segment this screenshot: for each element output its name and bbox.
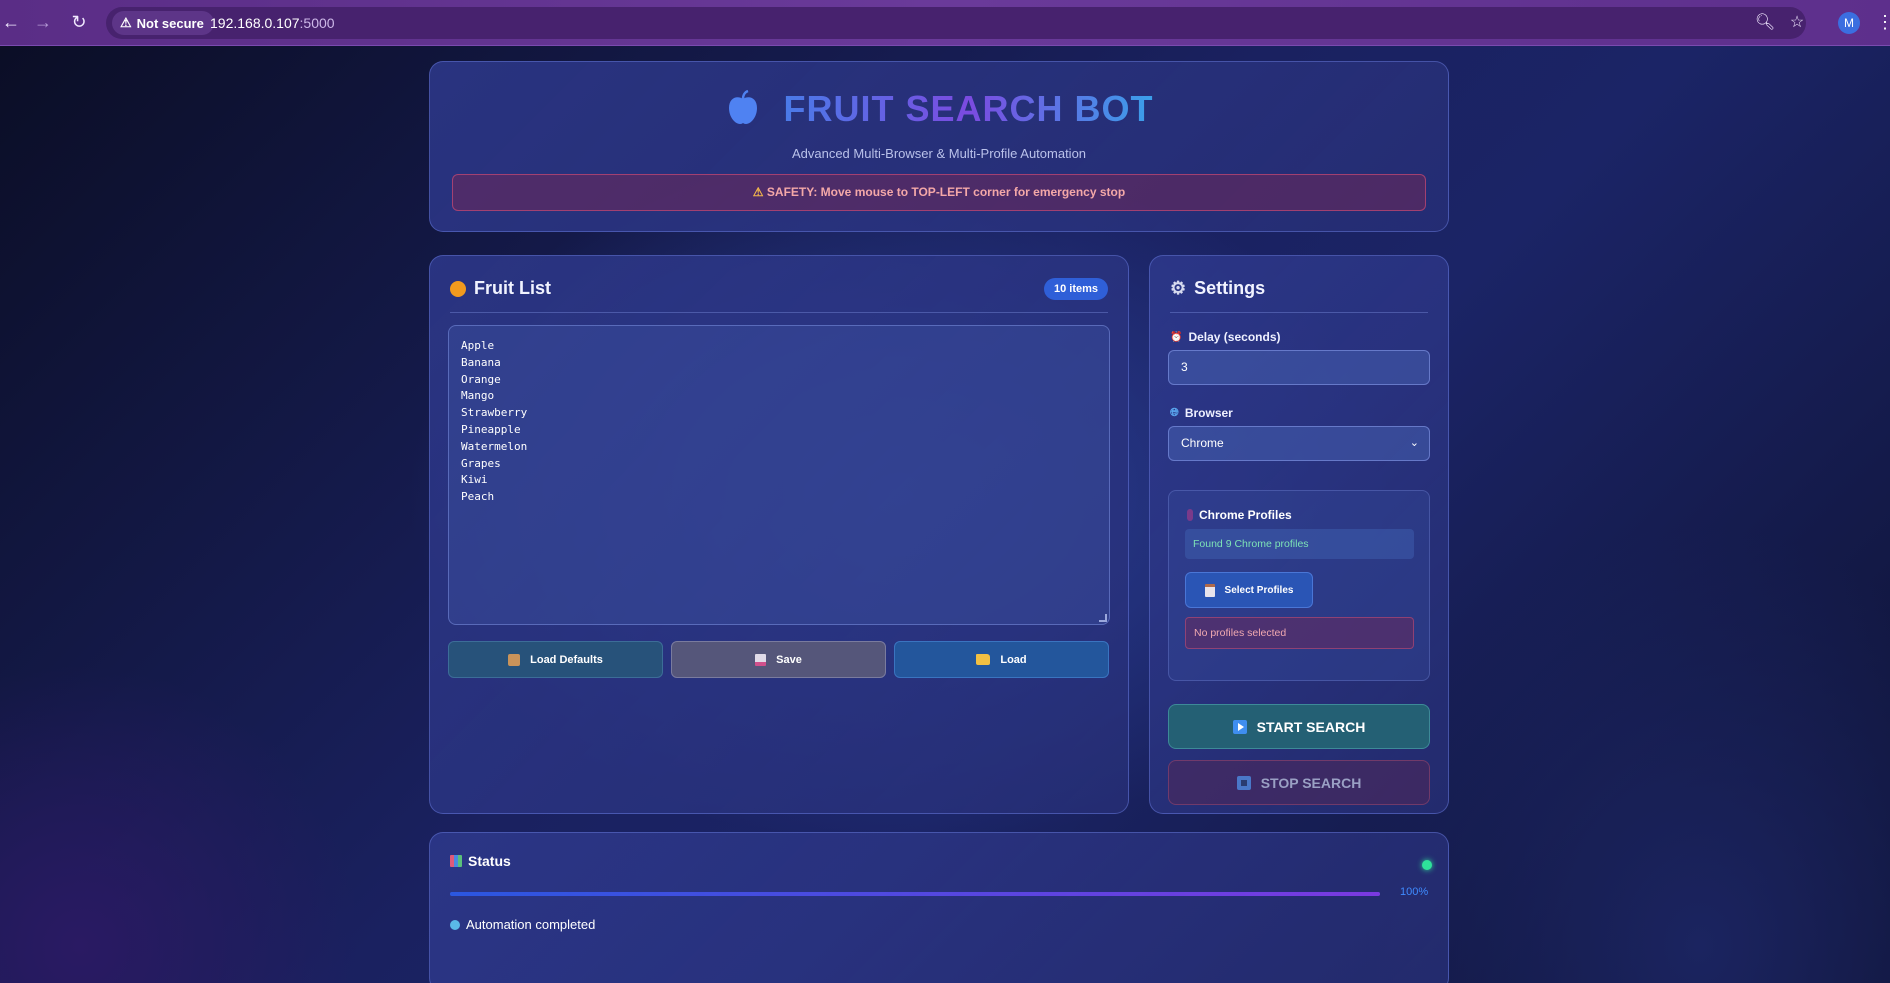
zoom-icon[interactable]: 🔍︎ bbox=[1754, 12, 1776, 34]
fruit-list-card: Fruit List 10 items Apple Banana Orange … bbox=[429, 255, 1129, 814]
chrome-profiles-title: Chrome Profiles bbox=[1199, 508, 1292, 522]
fruit-list-textarea[interactable]: Apple Banana Orange Mango Strawberry Pin… bbox=[448, 325, 1110, 625]
app-title-text: FRUIT SEARCH BOT bbox=[783, 88, 1154, 129]
browser-toolbar: ← → ↻ ⚠ Not secure 192.168.0.107:5000 🔍︎… bbox=[0, 0, 1890, 46]
url-host: 192.168.0.107 bbox=[210, 15, 300, 31]
list-item: Grapes bbox=[461, 456, 501, 470]
forward-arrow-icon[interactable]: → bbox=[32, 11, 54, 33]
delay-label-text: Delay (seconds) bbox=[1188, 330, 1281, 344]
browser-select-value: Chrome bbox=[1181, 436, 1224, 450]
divider bbox=[1170, 312, 1428, 313]
status-indicator-dot bbox=[1422, 860, 1432, 870]
delay-input[interactable]: 3 bbox=[1168, 350, 1430, 385]
save-button[interactable]: Save bbox=[671, 641, 886, 678]
settings-heading: ⚙ Settings bbox=[1170, 278, 1265, 299]
list-item: Mango bbox=[461, 389, 495, 403]
profiles-selection-status: No profiles selected bbox=[1185, 617, 1414, 649]
profile-avatar[interactable]: M bbox=[1838, 12, 1860, 34]
status-card: Status 100% Automation completed bbox=[429, 832, 1449, 983]
list-item: Strawberry bbox=[461, 406, 528, 420]
list-item: Banana bbox=[461, 355, 501, 369]
item-count-badge: 10 items bbox=[1043, 278, 1108, 300]
select-profiles-label: Select Profiles bbox=[1224, 584, 1294, 596]
status-message: Automation completed bbox=[450, 917, 595, 932]
security-chip[interactable]: ⚠ Not secure bbox=[112, 11, 214, 35]
bar-chart-icon bbox=[450, 855, 462, 867]
chevron-down-icon: ⌄ bbox=[1409, 437, 1419, 449]
divider bbox=[450, 312, 1108, 313]
progress-bar-fill bbox=[450, 892, 1380, 896]
stop-search-button[interactable]: STOP SEARCH bbox=[1168, 760, 1430, 805]
load-button[interactable]: Load bbox=[894, 641, 1109, 678]
apple-icon bbox=[724, 88, 773, 129]
safety-banner: ⚠ SAFETY: Move mouse to TOP-LEFT corner … bbox=[452, 174, 1426, 211]
gear-icon: ⚙ bbox=[1170, 278, 1187, 298]
orange-icon bbox=[450, 280, 466, 297]
progress-bar bbox=[450, 892, 1380, 896]
back-arrow-icon[interactable]: ← bbox=[0, 11, 22, 33]
list-item: Peach bbox=[461, 490, 495, 504]
start-search-label: START SEARCH bbox=[1256, 718, 1366, 735]
url-port: :5000 bbox=[299, 15, 335, 31]
load-label: Load bbox=[1000, 653, 1027, 666]
stop-search-label: STOP SEARCH bbox=[1260, 774, 1362, 791]
list-item: Kiwi bbox=[461, 473, 488, 487]
list-item: Orange bbox=[461, 372, 501, 386]
fruit-list-title: Fruit List bbox=[474, 278, 551, 298]
app-subtitle: Advanced Multi-Browser & Multi-Profile A… bbox=[791, 146, 1087, 161]
list-item: Watermelon bbox=[461, 439, 528, 453]
list-item: Pineapple bbox=[461, 422, 521, 436]
search-icon bbox=[450, 919, 460, 930]
profiles-found-status: Found 9 Chrome profiles bbox=[1185, 529, 1414, 559]
select-profiles-button[interactable]: Select Profiles bbox=[1185, 572, 1313, 608]
settings-card: ⚙ Settings ⏰ Delay (seconds) 3 🌐︎ Browse… bbox=[1149, 255, 1449, 814]
app-title: FRUIT SEARCH BOT bbox=[430, 88, 1448, 130]
load-defaults-button[interactable]: Load Defaults bbox=[448, 641, 663, 678]
security-label: Not secure bbox=[136, 15, 204, 31]
save-label: Save bbox=[776, 653, 802, 666]
browser-select[interactable]: Chrome ⌄ bbox=[1168, 426, 1430, 461]
status-title: Status bbox=[468, 853, 511, 869]
package-icon bbox=[508, 653, 521, 666]
menu-kebab-icon[interactable]: ⋮ bbox=[1876, 11, 1890, 33]
globe-icon: 🌐︎ bbox=[1170, 406, 1179, 419]
floppy-disk-icon bbox=[755, 653, 767, 666]
clipboard-icon bbox=[1204, 583, 1215, 597]
browser-label-text: Browser bbox=[1184, 406, 1233, 420]
fruit-list-actions: Load Defaults Save Load bbox=[448, 641, 1110, 678]
fruit-list-heading: Fruit List bbox=[450, 278, 551, 299]
load-defaults-label: Load Defaults bbox=[530, 653, 603, 666]
chrome-profiles-panel: Chrome Profiles Found 9 Chrome profiles … bbox=[1168, 490, 1430, 681]
safety-text: SAFETY: Move mouse to TOP-LEFT corner fo… bbox=[766, 185, 1126, 199]
warning-icon: ⚠ bbox=[752, 185, 764, 199]
url-text[interactable]: 192.168.0.107:5000 bbox=[210, 7, 335, 39]
start-search-button[interactable]: START SEARCH bbox=[1168, 704, 1430, 749]
address-bar[interactable]: ⚠ Not secure 192.168.0.107:5000 🔍︎ ☆ bbox=[106, 7, 1806, 39]
list-item: Apple bbox=[461, 339, 495, 352]
browser-label: 🌐︎ Browser bbox=[1170, 406, 1233, 420]
resize-handle[interactable] bbox=[1099, 614, 1107, 622]
page-body: FRUIT SEARCH BOT Advanced Multi-Browser … bbox=[0, 46, 1890, 983]
folder-icon bbox=[976, 654, 991, 665]
header-card: FRUIT SEARCH BOT Advanced Multi-Browser … bbox=[429, 61, 1449, 232]
stop-icon bbox=[1236, 775, 1251, 790]
chrome-profiles-heading: Chrome Profiles bbox=[1187, 508, 1292, 522]
settings-title: Settings bbox=[1194, 278, 1266, 298]
status-message-text: Automation completed bbox=[466, 917, 596, 932]
people-icon bbox=[1187, 509, 1193, 521]
play-icon bbox=[1232, 719, 1247, 734]
delay-label: ⏰ Delay (seconds) bbox=[1170, 330, 1281, 344]
timer-icon: ⏰ bbox=[1170, 331, 1183, 343]
warning-triangle-icon: ⚠ bbox=[120, 15, 132, 30]
bookmark-star-icon[interactable]: ☆ bbox=[1786, 12, 1808, 34]
progress-percent: 100% bbox=[1400, 886, 1429, 898]
status-heading: Status bbox=[450, 853, 511, 869]
reload-icon[interactable]: ↻ bbox=[68, 11, 90, 33]
